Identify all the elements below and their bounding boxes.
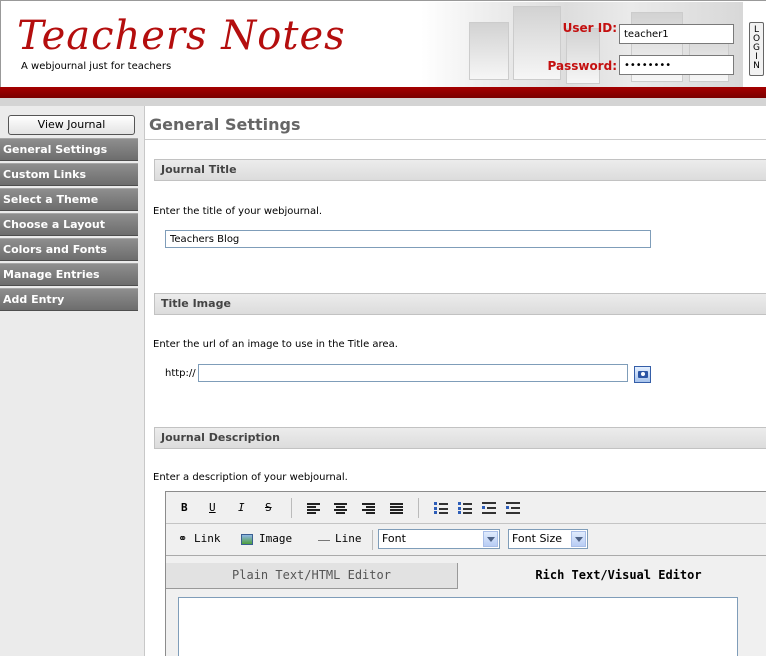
login-button[interactable]: LOGIN xyxy=(749,22,764,76)
journal-title-instruction: Enter the title of your webjournal. xyxy=(153,206,323,217)
font-size-select-value: Font Size xyxy=(512,532,563,545)
italic-button[interactable]: I xyxy=(238,501,245,514)
line-button[interactable]: Line xyxy=(335,532,362,545)
strikethrough-button[interactable]: S xyxy=(265,501,272,514)
sidebar-item-select-theme[interactable]: Select a Theme xyxy=(0,188,138,211)
editor-toolbar-format: B U I S xyxy=(166,492,766,524)
editor-content-area[interactable] xyxy=(178,597,738,656)
title-divider xyxy=(145,139,766,140)
image-button[interactable]: Image xyxy=(259,532,292,545)
password-input[interactable] xyxy=(619,55,734,75)
title-image-url-input[interactable] xyxy=(198,364,628,382)
editor-toolbar-insert: ⚭ Link Image Line Font Font Size xyxy=(166,524,766,556)
font-size-select[interactable]: Font Size xyxy=(508,529,588,549)
section-header-journal-description: Journal Description xyxy=(154,427,766,449)
user-id-input[interactable] xyxy=(619,24,734,44)
tab-plain-text-editor[interactable]: Plain Text/HTML Editor xyxy=(166,563,458,589)
align-right-icon[interactable] xyxy=(362,503,375,514)
link-icon[interactable]: ⚭ xyxy=(178,532,187,545)
underline-button[interactable]: U xyxy=(209,501,216,514)
align-justify-icon[interactable] xyxy=(390,503,403,514)
url-prefix-label: http:// xyxy=(165,368,196,379)
chevron-down-icon[interactable] xyxy=(571,531,586,547)
image-icon[interactable] xyxy=(241,534,253,545)
header-gray-bar xyxy=(0,98,766,106)
view-journal-button[interactable]: View Journal xyxy=(8,115,135,135)
toolbar-separator xyxy=(372,530,373,550)
page-title: General Settings xyxy=(149,115,301,134)
align-left-icon[interactable] xyxy=(307,503,320,514)
unordered-list-icon[interactable] xyxy=(458,502,472,514)
sidebar: View Journal General Settings Custom Lin… xyxy=(0,106,145,656)
sidebar-item-custom-links[interactable]: Custom Links xyxy=(0,163,138,186)
sidebar-item-manage-entries[interactable]: Manage Entries xyxy=(0,263,138,286)
journal-description-instruction: Enter a description of your webjournal. xyxy=(153,472,348,483)
link-button[interactable]: Link xyxy=(194,532,221,545)
toolbar-separator xyxy=(418,498,419,518)
section-header-journal-title: Journal Title xyxy=(154,159,766,181)
toolbar-separator xyxy=(291,498,292,518)
section-header-title-image: Title Image xyxy=(154,293,766,315)
bold-button[interactable]: B xyxy=(181,501,188,514)
align-center-icon[interactable] xyxy=(334,503,347,514)
password-label: Password: xyxy=(547,59,618,73)
main-content: General Settings Journal Title Enter the… xyxy=(145,106,766,656)
site-subtitle: A webjournal just for teachers xyxy=(21,61,172,72)
ordered-list-icon[interactable] xyxy=(434,502,448,514)
chevron-down-icon[interactable] xyxy=(483,531,498,547)
title-image-instruction: Enter the url of an image to use in the … xyxy=(153,339,398,350)
sidebar-item-general-settings[interactable]: General Settings xyxy=(0,138,138,161)
font-select[interactable]: Font xyxy=(378,529,500,549)
tab-rich-text-editor[interactable]: Rich Text/Visual Editor xyxy=(458,563,766,589)
header-red-bar xyxy=(0,87,766,98)
line-icon[interactable] xyxy=(318,540,330,541)
user-id-label: User ID: xyxy=(562,21,617,35)
sidebar-item-add-entry[interactable]: Add Entry xyxy=(0,288,138,311)
site-title: Teachers Notes xyxy=(17,13,346,59)
image-browse-icon[interactable] xyxy=(634,366,651,383)
header: Teachers Notes A webjournal just for tea… xyxy=(0,0,766,88)
journal-title-input[interactable] xyxy=(165,230,651,248)
header-decoration xyxy=(421,2,743,88)
indent-icon[interactable] xyxy=(506,502,520,514)
sidebar-item-colors-fonts[interactable]: Colors and Fonts xyxy=(0,238,138,261)
rich-text-editor: B U I S ⚭ Link Image Line Font Font Size… xyxy=(165,491,766,656)
font-select-value: Font xyxy=(382,532,406,545)
outdent-icon[interactable] xyxy=(482,502,496,514)
sidebar-item-choose-layout[interactable]: Choose a Layout xyxy=(0,213,138,236)
